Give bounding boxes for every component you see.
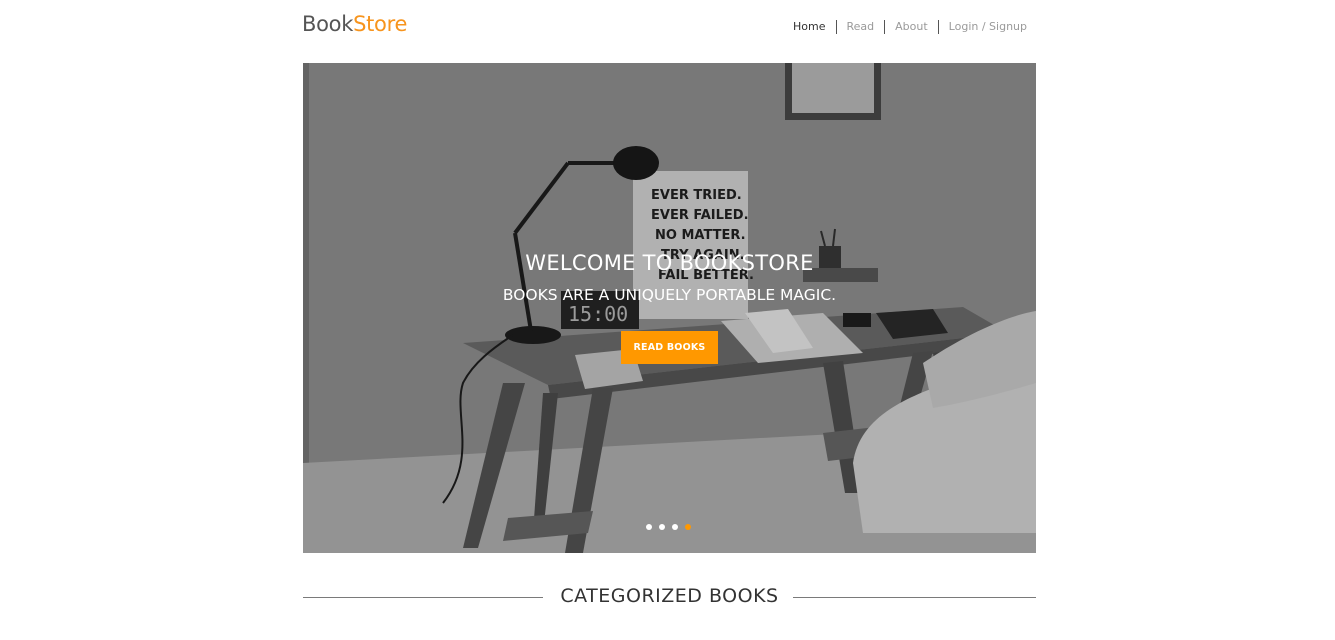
hero-subtitle: BOOKS ARE A UNIQUELY PORTABLE MAGIC. <box>502 286 837 304</box>
logo-text-store: Store <box>353 12 408 36</box>
carousel-dot-1[interactable] <box>646 524 652 530</box>
read-books-button[interactable]: READ BOOKS <box>621 331 718 364</box>
carousel-dot-4-active[interactable] <box>685 524 691 530</box>
nav-login-signup-link[interactable]: Login / Signup <box>937 20 1027 34</box>
section-title: CATEGORIZED BOOKS <box>560 585 779 607</box>
nav-about-link[interactable]: About <box>884 20 938 34</box>
carousel-dot-2[interactable] <box>659 524 665 530</box>
nav-home-link[interactable]: Home <box>793 20 835 34</box>
categorized-books-heading: CATEGORIZED BOOKS <box>303 585 1036 611</box>
main-nav: Home Read About Login / Signup <box>793 20 1027 34</box>
page: BookStore Home Read About Login / Signup… <box>0 0 1335 640</box>
hero-carousel: EVER TRIED. EVER FAILED. NO MATTER. TRY … <box>303 63 1036 553</box>
logo[interactable]: BookStore <box>302 12 407 36</box>
logo-text-book: Book <box>302 12 354 36</box>
carousel-dot-3[interactable] <box>672 524 678 530</box>
hero-dark-overlay <box>303 63 1036 553</box>
hero-title: WELCOME TO BOOKSTORE <box>525 251 814 275</box>
carousel-indicators <box>646 524 698 530</box>
nav-read-link[interactable]: Read <box>835 20 885 34</box>
